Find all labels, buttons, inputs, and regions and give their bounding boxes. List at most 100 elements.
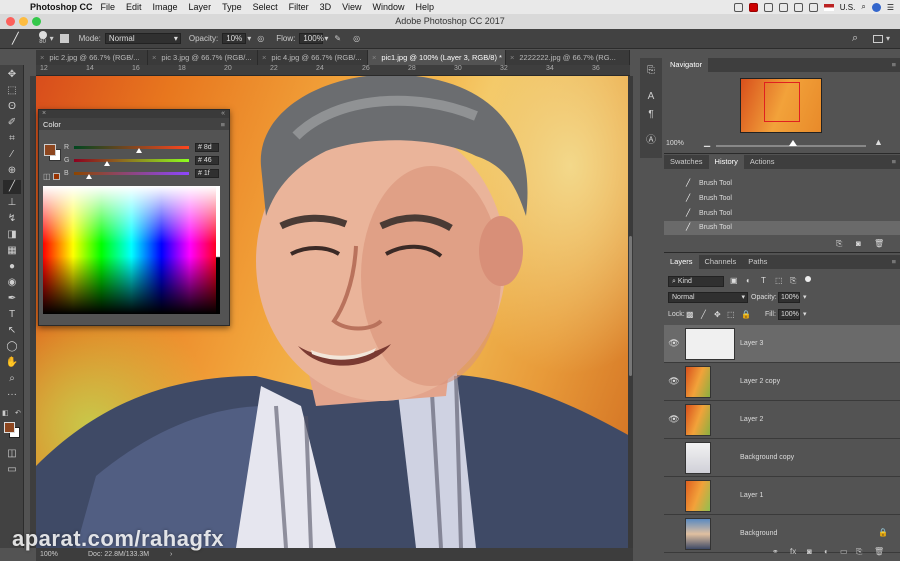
zoom-in-icon[interactable]: ▲ xyxy=(874,137,883,147)
tab-swatches[interactable]: Swatches xyxy=(664,155,709,169)
cube-warning-icon[interactable]: ◫ xyxy=(43,172,51,181)
layer-row-layer-2[interactable]: 👁 Layer 2 xyxy=(664,401,900,439)
menu-view[interactable]: View xyxy=(342,2,361,12)
layer-name[interactable]: Background xyxy=(740,530,777,537)
menu-file[interactable]: File xyxy=(101,2,116,12)
close-icon[interactable]: × xyxy=(372,53,376,62)
mode-select[interactable]: Normal ▾ xyxy=(104,33,181,44)
more-tools-icon[interactable]: ··· xyxy=(3,388,21,402)
flow-field[interactable]: 100% xyxy=(299,33,324,44)
type-tool-icon[interactable]: T xyxy=(3,308,21,322)
panel-menu-icon[interactable]: ≡ xyxy=(892,155,896,169)
path-selection-tool-icon[interactable]: ↖ xyxy=(3,324,21,338)
input-locale[interactable]: U.S. xyxy=(840,3,856,12)
search-icon[interactable]: ⌕ xyxy=(852,32,858,45)
layer-name[interactable]: Background copy xyxy=(740,454,794,461)
panel-drag-bar[interactable]: × « xyxy=(39,110,229,118)
crop-tool-icon[interactable]: ⌗ xyxy=(3,132,21,146)
color-panel-fg-swatch[interactable] xyxy=(44,144,56,156)
status-icon[interactable] xyxy=(733,2,743,12)
close-icon[interactable]: × xyxy=(262,53,266,62)
eye-hidden-icon[interactable] xyxy=(668,452,680,462)
navigator-zoom-value[interactable]: 100% xyxy=(666,140,684,147)
link-layers-icon[interactable]: ⚭ xyxy=(772,547,779,556)
eye-hidden-icon[interactable] xyxy=(668,528,680,538)
collapse-icon[interactable]: « xyxy=(221,110,225,117)
chevron-down-icon[interactable]: ▾ xyxy=(803,293,807,301)
zoom-tool-icon[interactable]: ⌕ xyxy=(3,372,21,386)
spotlight-icon[interactable]: ⌕ xyxy=(861,2,865,12)
panel-menu-icon[interactable]: ≡ xyxy=(892,58,896,72)
paragraph-panel-icon[interactable]: ¶ xyxy=(644,108,658,122)
close-icon[interactable]: × xyxy=(510,53,514,62)
green-value-field[interactable]: # 46 xyxy=(195,156,219,165)
slider-thumb[interactable] xyxy=(789,140,797,146)
layer-row-layer-3[interactable]: 👁 Layer 3 xyxy=(664,325,900,363)
marquee-tool-icon[interactable]: ⬚ xyxy=(3,84,21,98)
camera-snapshot-icon[interactable]: ◙ xyxy=(856,239,861,248)
history-item[interactable]: ╱ Brush Tool xyxy=(664,177,900,191)
history-item-selected[interactable]: ╱ Brush Tool xyxy=(664,221,900,235)
glyphs-panel-icon[interactable]: Ⓐ xyxy=(644,134,658,148)
lock-all-icon[interactable]: 🔒 xyxy=(741,310,751,319)
brush-preset-picker[interactable]: 80 xyxy=(38,31,47,46)
canvas-vertical-scrollbar[interactable] xyxy=(628,76,633,548)
history-item[interactable]: ╱ Brush Tool xyxy=(664,207,900,221)
status-icon[interactable] xyxy=(793,2,803,12)
layer-name[interactable]: Layer 2 xyxy=(740,416,763,423)
menu-layer[interactable]: Layer xyxy=(189,2,212,12)
layer-row-layer-2-copy[interactable]: 👁 Layer 2 copy xyxy=(664,363,900,401)
chevron-down-icon[interactable]: ▾ xyxy=(886,34,890,43)
blue-slider[interactable] xyxy=(74,172,189,179)
brush-tool-preset-icon[interactable]: ╱ xyxy=(12,32,19,45)
brush-panel-toggle-icon[interactable] xyxy=(59,34,69,43)
eye-hidden-icon[interactable] xyxy=(668,490,680,500)
gradient-tool-icon[interactable]: ▦ xyxy=(3,244,21,258)
zoom-window-button[interactable] xyxy=(32,17,41,26)
filter-shape-icon[interactable]: ⬚ xyxy=(775,276,783,285)
tab-paths[interactable]: Paths xyxy=(742,255,773,269)
green-slider[interactable] xyxy=(74,159,189,166)
healing-brush-tool-icon[interactable]: ⊕ xyxy=(3,164,21,178)
status-icon[interactable] xyxy=(808,2,818,12)
quick-selection-tool-icon[interactable]: ✐ xyxy=(3,116,21,130)
filter-type-icon[interactable]: T xyxy=(761,276,766,285)
menu-help[interactable]: Help xyxy=(415,2,434,12)
slider-thumb[interactable] xyxy=(104,161,110,166)
lock-image-icon[interactable]: ╱ xyxy=(701,310,706,319)
notification-icon[interactable]: ☰ xyxy=(887,3,894,12)
hand-tool-icon[interactable]: ✋ xyxy=(3,356,21,370)
slider-thumb[interactable] xyxy=(86,174,92,179)
trash-icon[interactable]: 🗑 xyxy=(874,239,884,248)
close-icon[interactable]: × xyxy=(152,53,156,62)
close-icon[interactable]: × xyxy=(40,53,44,62)
history-item[interactable]: ╱ Brush Tool xyxy=(664,192,900,206)
lock-icon[interactable]: 🔒 xyxy=(878,528,888,537)
tab-channels[interactable]: Channels xyxy=(699,255,743,269)
dodge-tool-icon[interactable]: ◉ xyxy=(3,276,21,290)
black-white-ramp[interactable] xyxy=(216,186,220,314)
eye-icon[interactable]: 👁 xyxy=(668,414,680,424)
layer-name[interactable]: Layer 1 xyxy=(740,492,763,499)
filter-toggle-icon[interactable] xyxy=(805,276,811,282)
blue-value-field[interactable]: # 1f xyxy=(195,169,219,178)
tab-layers[interactable]: Layers xyxy=(664,255,699,269)
lasso-tool-icon[interactable]: ʘ xyxy=(3,100,21,114)
menu-image[interactable]: Image xyxy=(153,2,178,12)
character-panel-icon[interactable]: A xyxy=(644,90,658,104)
scrollbar-thumb[interactable] xyxy=(629,236,632,376)
lock-artboard-icon[interactable]: ⬚ xyxy=(727,310,735,319)
eye-icon[interactable]: 👁 xyxy=(668,376,680,386)
chevron-down-icon[interactable]: ▾ xyxy=(324,34,328,43)
new-layer-icon[interactable]: ⎘ xyxy=(856,547,862,557)
red-value-field[interactable]: # 8d xyxy=(195,143,219,152)
navigator-view-box[interactable] xyxy=(764,82,800,122)
layer-name[interactable]: Layer 3 xyxy=(740,340,763,347)
menu-edit[interactable]: Edit xyxy=(126,2,142,12)
tab-actions[interactable]: Actions xyxy=(744,155,781,169)
status-icon[interactable] xyxy=(763,2,773,12)
document-tab-active[interactable]: × pic1.jpg @ 100% (Layer 3, RGB/8) * xyxy=(368,50,506,65)
chevron-down-icon[interactable]: ▾ xyxy=(50,34,54,43)
swap-colors-icon[interactable]: ↶ xyxy=(15,409,21,417)
lock-position-icon[interactable]: ✥ xyxy=(714,310,721,319)
